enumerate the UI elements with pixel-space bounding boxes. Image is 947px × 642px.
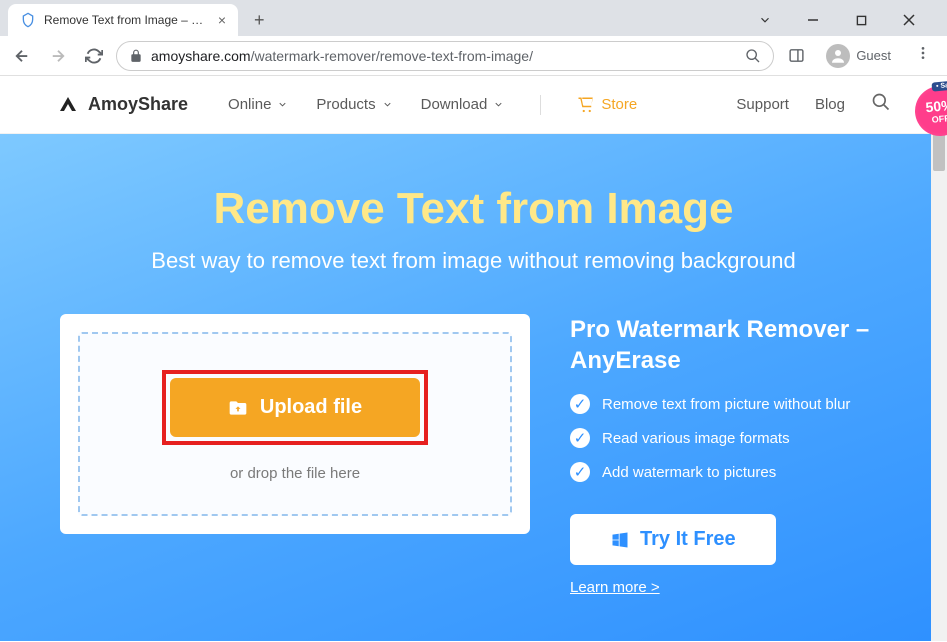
nav-store[interactable]: Store xyxy=(577,96,637,114)
panel-icon[interactable] xyxy=(782,42,810,70)
window-dropdown-icon[interactable] xyxy=(747,6,783,34)
address-bar[interactable]: amoyshare.com/watermark-remover/remove-t… xyxy=(116,41,774,71)
tab-title: Remove Text from Image – Delet xyxy=(44,13,210,27)
browser-toolbar: amoyshare.com/watermark-remover/remove-t… xyxy=(0,36,947,76)
sale-tag: • Sale xyxy=(932,80,947,91)
check-icon: ✓ xyxy=(570,462,590,482)
drop-text: or drop the file here xyxy=(110,465,480,482)
back-button[interactable] xyxy=(8,42,36,70)
try-free-button[interactable]: Try It Free xyxy=(570,514,776,565)
feature-item: ✓Add watermark to pictures xyxy=(570,462,887,482)
lock-icon xyxy=(129,49,143,63)
tab-close-icon[interactable]: × xyxy=(218,12,226,28)
nav-online[interactable]: Online xyxy=(228,96,288,113)
brand-name: AmoyShare xyxy=(88,94,188,115)
maximize-button[interactable] xyxy=(843,6,879,34)
upload-file-button[interactable]: Upload file xyxy=(170,378,420,437)
favicon-icon xyxy=(20,12,36,28)
url-text: amoyshare.com/watermark-remover/remove-t… xyxy=(151,48,737,64)
reload-button[interactable] xyxy=(80,42,108,70)
feature-item: ✓Read various image formats xyxy=(570,428,887,448)
nav-blog[interactable]: Blog xyxy=(815,96,845,113)
site-search-button[interactable] xyxy=(871,92,891,117)
search-in-bar-icon[interactable] xyxy=(745,48,761,64)
upload-highlight: Upload file xyxy=(162,370,428,445)
learn-more-link[interactable]: Learn more > xyxy=(570,579,660,596)
features-panel: Pro Watermark Remover – AnyErase ✓Remove… xyxy=(570,314,887,597)
browser-tab[interactable]: Remove Text from Image – Delet × xyxy=(8,4,238,36)
chevron-down-icon xyxy=(382,99,393,110)
nav-products[interactable]: Products xyxy=(316,96,392,113)
minimize-button[interactable] xyxy=(795,6,831,34)
brand-logo[interactable]: AmoyShare xyxy=(56,93,188,117)
cart-icon xyxy=(577,96,595,114)
nav-download[interactable]: Download xyxy=(421,96,505,113)
window-controls xyxy=(747,6,939,34)
chevron-down-icon xyxy=(493,99,504,110)
sale-badge[interactable]: • Sale 50% OFF xyxy=(913,84,947,138)
upload-panel: Upload file or drop the file here xyxy=(60,314,530,534)
chevron-down-icon xyxy=(277,99,288,110)
scrollbar[interactable] xyxy=(931,76,947,641)
nav-separator xyxy=(540,95,541,115)
new-tab-button[interactable]: + xyxy=(246,6,273,35)
logo-icon xyxy=(56,93,80,117)
feature-item: ✓Remove text from picture without blur xyxy=(570,394,887,414)
windows-icon xyxy=(610,530,630,550)
check-icon: ✓ xyxy=(570,428,590,448)
guest-label: Guest xyxy=(856,48,891,63)
features-title: Pro Watermark Remover – AnyErase xyxy=(570,314,887,376)
sale-off: OFF xyxy=(931,113,947,125)
nav-support[interactable]: Support xyxy=(736,96,789,113)
site-header: AmoyShare Online Products Download Store… xyxy=(0,76,947,134)
sale-percent: 50% xyxy=(925,97,947,115)
tab-bar: Remove Text from Image – Delet × + xyxy=(0,0,947,36)
close-window-button[interactable] xyxy=(891,6,927,34)
check-icon: ✓ xyxy=(570,394,590,414)
hero-subtitle: Best way to remove text from image witho… xyxy=(60,248,887,274)
avatar-icon xyxy=(826,44,850,68)
hero-section: Remove Text from Image Best way to remov… xyxy=(0,134,947,641)
guest-profile[interactable]: Guest xyxy=(818,40,899,72)
hero-title: Remove Text from Image xyxy=(60,184,887,234)
upload-dropzone[interactable]: Upload file or drop the file here xyxy=(78,332,512,516)
menu-button[interactable] xyxy=(907,41,939,70)
upload-icon xyxy=(228,398,248,418)
forward-button[interactable] xyxy=(44,42,72,70)
